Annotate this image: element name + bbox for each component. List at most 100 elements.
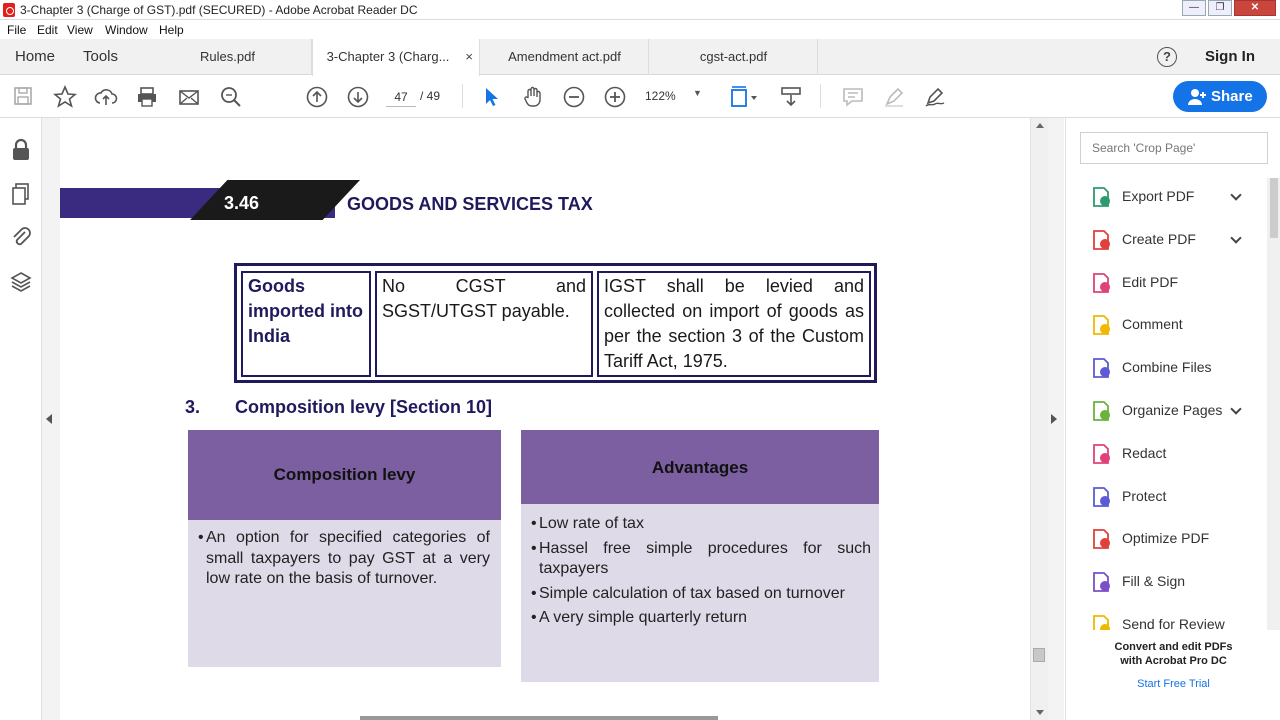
collapse-right-panel-icon[interactable] <box>1051 414 1057 424</box>
share-label: Share <box>1211 88 1253 105</box>
close-window-icon[interactable]: ✕ <box>1234 0 1276 16</box>
menu-bar: File Edit View Window Help <box>0 20 1280 39</box>
toolbar-divider <box>820 84 821 108</box>
comment-icon <box>1093 315 1110 336</box>
menu-view[interactable]: View <box>67 23 93 37</box>
save-icon[interactable] <box>12 85 34 107</box>
hand-tool-icon[interactable] <box>521 85 545 109</box>
tool-label: Comment <box>1122 316 1183 333</box>
tool-combine-files[interactable]: Combine Files <box>1066 353 1266 383</box>
tool-export-pdf[interactable]: Export PDF <box>1066 182 1266 212</box>
page-thumbnails-icon[interactable] <box>10 182 32 206</box>
scroll-mode-icon[interactable] <box>779 85 803 109</box>
search-icon[interactable] <box>219 85 243 109</box>
layers-icon[interactable] <box>10 270 32 294</box>
tool-send-for-review[interactable]: Send for Review <box>1066 610 1266 630</box>
scroll-up-icon[interactable] <box>1036 123 1044 128</box>
scroll-thumb[interactable] <box>1033 648 1045 662</box>
tool-organize-pages[interactable]: Organize Pages <box>1066 396 1266 426</box>
pdf-page: 3.46 GOODS AND SERVICES TAX Goods import… <box>60 118 1030 720</box>
fill-sign-icon <box>1093 572 1110 593</box>
collapse-left-panel-icon[interactable] <box>46 414 52 424</box>
menu-file[interactable]: File <box>7 23 26 37</box>
composition-levy-heading: Composition levy <box>188 430 501 520</box>
tool-edit-pdf[interactable]: Edit PDF <box>1066 268 1266 298</box>
tool-label: Export PDF <box>1122 188 1195 204</box>
bookmark-star-icon[interactable] <box>53 85 77 109</box>
sign-in-link[interactable]: Sign In <box>1205 48 1255 65</box>
next-page-icon[interactable] <box>346 85 370 109</box>
help-icon[interactable]: ? <box>1157 47 1177 67</box>
menu-window[interactable]: Window <box>105 23 148 37</box>
send-for-review-icon <box>1093 615 1110 630</box>
chevron-down-icon[interactable] <box>1230 403 1242 415</box>
tool-label: Edit PDF <box>1122 273 1179 290</box>
list-item: A very simple quarterly return <box>531 608 871 629</box>
sign-pen-icon[interactable] <box>923 85 947 109</box>
tool-comment[interactable]: Comment <box>1066 310 1266 340</box>
tools-search-input[interactable]: Search 'Crop Page' <box>1080 132 1268 164</box>
menu-help[interactable]: Help <box>159 23 184 37</box>
table-cell-goods: Goods imported into India <box>241 271 371 377</box>
list-item: Hassel free simple procedures for such t… <box>531 539 871 580</box>
menu-edit[interactable]: Edit <box>37 23 58 37</box>
page-fit-icon[interactable] <box>728 85 758 109</box>
tool-create-pdf[interactable]: Create PDF <box>1066 225 1266 255</box>
attachment-icon[interactable] <box>10 225 32 249</box>
previous-page-icon[interactable] <box>305 85 329 109</box>
upload-cloud-icon[interactable] <box>94 85 118 109</box>
close-tab-icon[interactable]: × <box>465 39 473 75</box>
edit-pdf-icon <box>1093 272 1110 293</box>
organize-pages-icon <box>1093 401 1110 421</box>
vertical-scrollbar[interactable] <box>1030 118 1048 720</box>
tab-rules-pdf[interactable]: Rules.pdf <box>144 39 312 75</box>
tab-cgst-act[interactable]: cgst-act.pdf <box>650 39 818 75</box>
highlight-pen-icon[interactable] <box>882 85 906 109</box>
tool-label: Optimize PDF <box>1122 530 1210 547</box>
redact-icon <box>1093 443 1110 464</box>
tab-chapter-3[interactable]: 3-Chapter 3 (Charg... × <box>312 39 480 76</box>
horizontal-scrollbar[interactable] <box>360 716 718 720</box>
tab-label: Rules.pdf <box>200 49 255 64</box>
tool-redact[interactable]: Redact <box>1066 439 1266 469</box>
tool-label: Redact <box>1122 444 1167 461</box>
scroll-down-icon[interactable] <box>1036 710 1044 715</box>
tool-label: Create PDF <box>1122 230 1196 247</box>
tool-protect[interactable]: Protect <box>1066 482 1266 512</box>
table-cell-igst: IGST shall be levied and collected on im… <box>597 271 871 377</box>
page-number-input[interactable]: 47 <box>386 87 416 107</box>
section-title: Composition levy [Section 10] <box>235 397 493 417</box>
tool-label: Fill & Sign <box>1122 573 1186 590</box>
combine-files-icon <box>1093 358 1110 379</box>
document-viewer[interactable]: 3.46 GOODS AND SERVICES TAX Goods import… <box>42 118 1064 720</box>
tab-home[interactable]: Home <box>15 39 55 75</box>
tool-optimize-pdf[interactable]: Optimize PDF <box>1066 524 1266 554</box>
tab-amendment-act[interactable]: Amendment act.pdf <box>481 39 649 75</box>
start-free-trial-link[interactable]: Start Free Trial <box>1066 678 1280 690</box>
list-item: Low rate of tax <box>531 514 871 535</box>
tool-fill-sign[interactable]: Fill & Sign <box>1066 567 1266 597</box>
minimize-icon[interactable]: — <box>1182 0 1206 16</box>
email-icon[interactable] <box>177 85 201 109</box>
tools-scrollbar[interactable] <box>1267 178 1280 630</box>
chevron-down-icon[interactable] <box>1230 189 1242 201</box>
restore-icon[interactable]: ❐ <box>1208 0 1232 16</box>
protect-icon <box>1093 486 1110 507</box>
print-icon[interactable] <box>135 85 159 109</box>
share-button[interactable]: Share <box>1173 81 1267 112</box>
comment-icon[interactable] <box>841 85 865 109</box>
advantages-box: Advantages Low rate of tax Hassel free s… <box>521 430 879 682</box>
section-number: 3. <box>185 397 201 417</box>
chevron-down-icon[interactable] <box>1230 232 1242 244</box>
toolbar-divider <box>462 84 463 108</box>
scroll-thumb[interactable] <box>1270 178 1278 238</box>
zoom-in-icon[interactable] <box>603 85 627 109</box>
tab-tools[interactable]: Tools <box>83 39 118 75</box>
tab-bar: Home Tools Rules.pdf 3-Chapter 3 (Charg.… <box>0 39 1280 76</box>
zoom-out-icon[interactable] <box>562 85 586 109</box>
select-cursor-icon[interactable] <box>480 85 502 109</box>
lock-icon[interactable] <box>10 138 32 162</box>
create-pdf-icon <box>1093 229 1110 250</box>
zoom-level-select[interactable]: 122% ▼ <box>645 88 705 103</box>
export-pdf-icon <box>1093 187 1110 207</box>
